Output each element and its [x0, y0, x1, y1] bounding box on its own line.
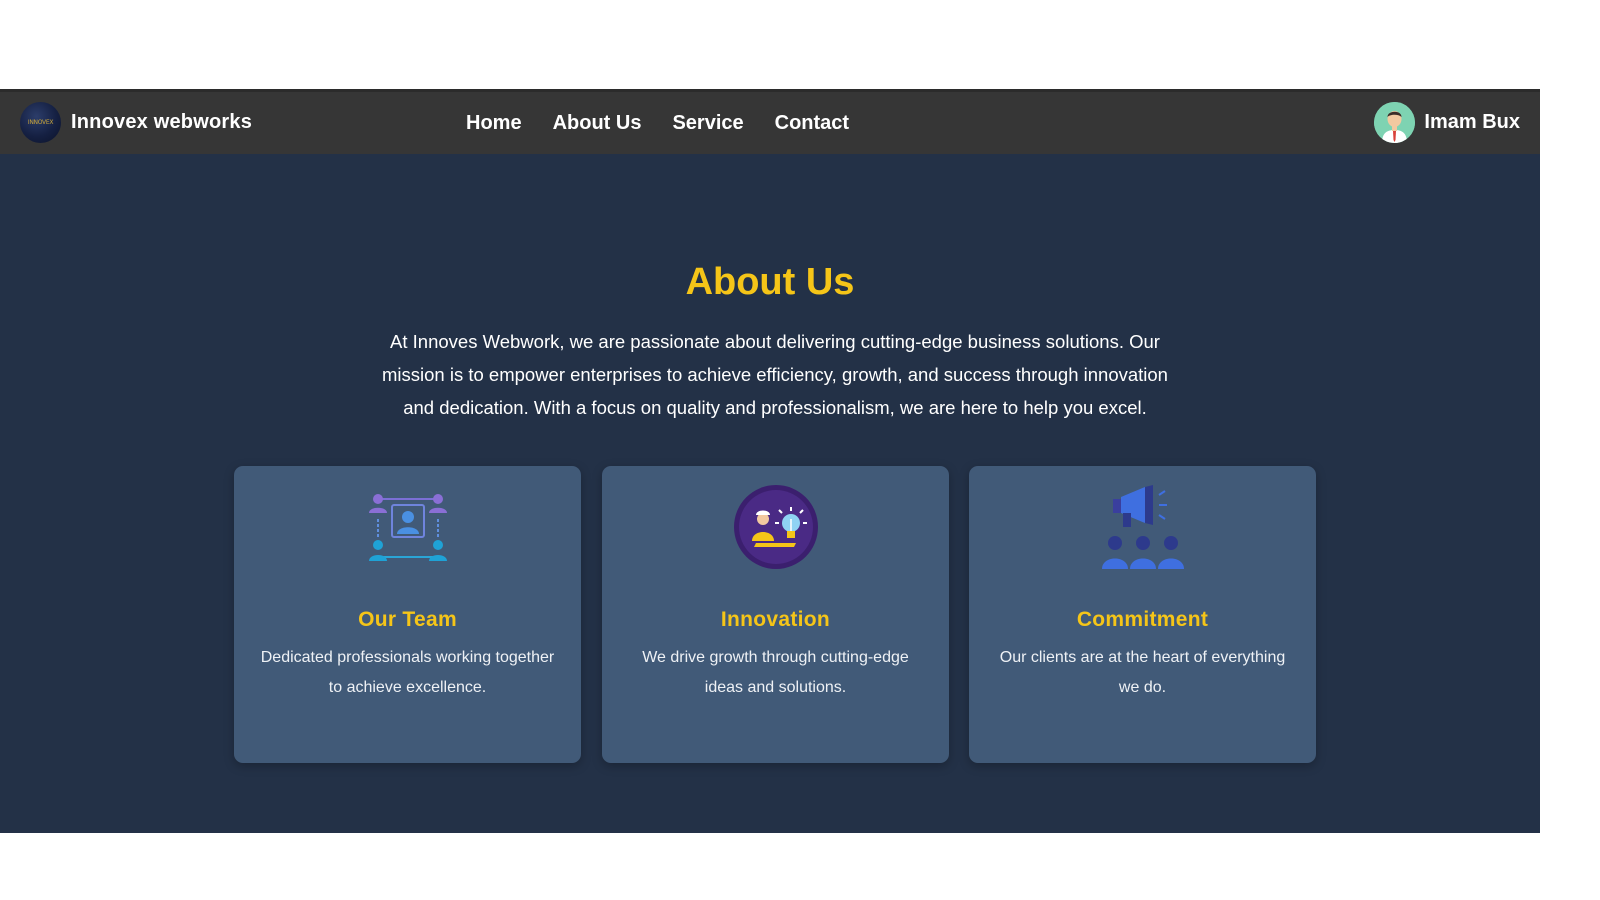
card-title: Commitment [1076, 608, 1209, 631]
card-commitment: Commitment Our clients are at the heart … [969, 466, 1316, 763]
user-name[interactable]: Imam Bux [1424, 111, 1520, 134]
card-our-team: Our Team Dedicated professionals working… [234, 466, 581, 763]
card-title: Our Team [358, 608, 457, 631]
nav-link-about[interactable]: About Us [553, 112, 642, 135]
nav-link-home[interactable]: Home [466, 112, 522, 135]
nav-links: Home About Us Service Contact [466, 92, 880, 154]
user-profile[interactable]: Imam Bux [1374, 101, 1520, 143]
brand-logo-text: INNOVEX [27, 118, 54, 126]
brand-name[interactable]: Innovex webworks [71, 111, 252, 134]
page-frame: INNOVEX Innovex webworks Home About Us S… [0, 89, 1540, 833]
nav-link-service[interactable]: Service [672, 112, 743, 135]
card-description: Our clients are at the heart of everythi… [999, 649, 1286, 696]
card-title: Innovation [720, 608, 831, 631]
card-innovation: Innovation We drive growth through cutti… [602, 466, 949, 763]
innovation-lightbulb-icon [734, 485, 818, 569]
avatar[interactable] [1374, 101, 1416, 143]
card-description: We drive growth through cutting-edge ide… [642, 649, 909, 696]
nav-link-contact[interactable]: Contact [775, 112, 849, 135]
brand-logo[interactable]: INNOVEX [20, 101, 61, 143]
megaphone-audience-icon [1102, 485, 1184, 569]
page-title: About Us [685, 261, 855, 303]
navbar: INNOVEX Innovex webworks Home About Us S… [0, 89, 1540, 154]
about-description: At Innoves Webwork, we are passionate ab… [382, 331, 1168, 418]
brand[interactable]: INNOVEX Innovex webworks [20, 101, 252, 143]
avatar-person-icon [1374, 101, 1416, 143]
team-network-icon [369, 494, 447, 561]
card-description: Dedicated professionals working together… [260, 649, 555, 696]
